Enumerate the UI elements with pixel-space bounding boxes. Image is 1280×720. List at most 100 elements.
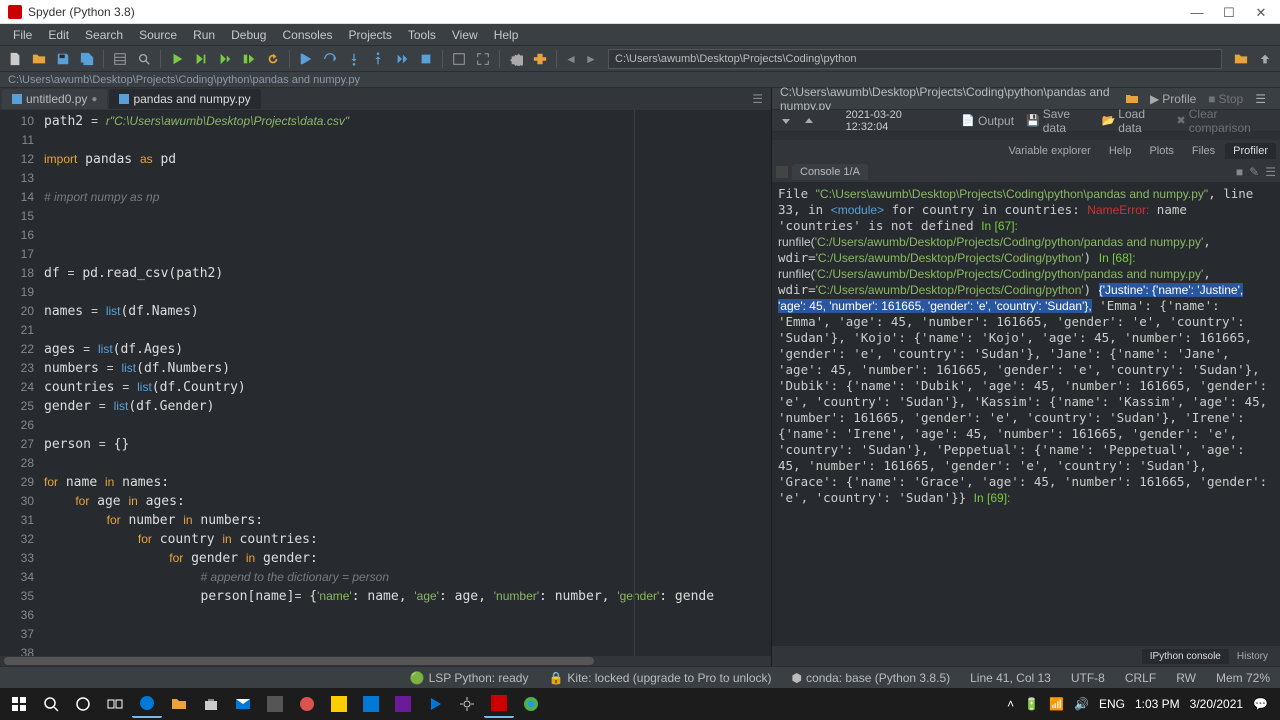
- stop-debug-button[interactable]: [415, 48, 437, 70]
- run-cell-advance-button[interactable]: [214, 48, 236, 70]
- parent-dir-button[interactable]: [1254, 48, 1276, 70]
- tray-volume-icon[interactable]: 🔊: [1074, 697, 1089, 711]
- taskbar-app4[interactable]: [356, 690, 386, 718]
- taskbar-settings[interactable]: [452, 690, 482, 718]
- max-panel-button[interactable]: [448, 48, 470, 70]
- console-tab[interactable]: Console 1/A: [792, 164, 868, 180]
- collapse-icon[interactable]: [780, 115, 791, 127]
- menu-help[interactable]: Help: [487, 26, 526, 44]
- tab-files[interactable]: Files: [1184, 143, 1223, 159]
- debug-button[interactable]: [295, 48, 317, 70]
- rerun-button[interactable]: [262, 48, 284, 70]
- tab-untitled[interactable]: untitled0.py●: [2, 89, 107, 109]
- browse-dir-button[interactable]: [1230, 48, 1252, 70]
- taskbar-edge[interactable]: [132, 690, 162, 718]
- minimize-button[interactable]: —: [1190, 5, 1204, 19]
- expand-icon[interactable]: [803, 115, 814, 127]
- menu-debug[interactable]: Debug: [224, 26, 273, 44]
- editor-tabstrip: untitled0.py● pandas and numpy.py ☰: [0, 88, 771, 110]
- taskbar-app2[interactable]: [292, 690, 322, 718]
- taskbar[interactable]: ˄ 🔋 📶 🔊 ENG 1:03 PM 3/20/2021 💬: [0, 688, 1280, 720]
- tray-wifi-icon[interactable]: 📶: [1049, 697, 1064, 711]
- menu-edit[interactable]: Edit: [41, 26, 76, 44]
- taskview-button[interactable]: [100, 690, 130, 718]
- console-menu-icon[interactable]: ☰: [1265, 165, 1276, 179]
- find-button[interactable]: [133, 48, 155, 70]
- tray-date[interactable]: 3/20/2021: [1190, 697, 1243, 711]
- menu-source[interactable]: Source: [132, 26, 184, 44]
- clear-console-icon[interactable]: ✎: [1249, 165, 1259, 179]
- clear-comparison-button[interactable]: ✖ Clear comparison: [1177, 107, 1272, 135]
- menu-projects[interactable]: Projects: [342, 26, 399, 44]
- tray-time[interactable]: 1:03 PM: [1135, 697, 1180, 711]
- system-tray[interactable]: ˄ 🔋 📶 🔊 ENG 1:03 PM 3/20/2021 💬: [1007, 697, 1276, 711]
- taskbar-explorer[interactable]: [164, 690, 194, 718]
- output-button[interactable]: 📄 Output: [961, 114, 1014, 128]
- maximize-button[interactable]: ☐: [1222, 5, 1236, 19]
- continue-button[interactable]: [391, 48, 413, 70]
- run-selection-button[interactable]: [238, 48, 260, 70]
- menu-search[interactable]: Search: [78, 26, 130, 44]
- fullscreen-button[interactable]: [472, 48, 494, 70]
- status-conda: ⬢ conda: base (Python 3.8.5): [792, 671, 951, 685]
- tab-history[interactable]: History: [1229, 649, 1276, 664]
- new-file-button[interactable]: [4, 48, 26, 70]
- load-data-button[interactable]: 📂 Load data: [1102, 107, 1165, 135]
- tab-help[interactable]: Help: [1101, 143, 1140, 159]
- menu-file[interactable]: File: [6, 26, 39, 44]
- taskbar-store[interactable]: [196, 690, 226, 718]
- tab-profiler[interactable]: Profiler: [1225, 143, 1276, 159]
- menu-run[interactable]: Run: [186, 26, 222, 44]
- status-rw: RW: [1176, 671, 1196, 685]
- menu-tools[interactable]: Tools: [401, 26, 443, 44]
- stop-button[interactable]: ■ Stop: [1202, 91, 1249, 107]
- menu-consoles[interactable]: Consoles: [275, 26, 339, 44]
- taskbar-app6[interactable]: [420, 690, 450, 718]
- save-data-button[interactable]: 💾 Save data: [1026, 107, 1090, 135]
- forward-button[interactable]: ►: [582, 49, 600, 69]
- tray-battery-icon[interactable]: 🔋: [1024, 697, 1039, 711]
- step-over-button[interactable]: [319, 48, 341, 70]
- tab-label: untitled0.py: [26, 92, 87, 106]
- taskbar-spyder[interactable]: [484, 690, 514, 718]
- step-out-button[interactable]: [367, 48, 389, 70]
- profile-button[interactable]: ▶ Profile: [1144, 91, 1202, 107]
- editor-hscrollbar[interactable]: [0, 656, 771, 666]
- cortana-button[interactable]: [68, 690, 98, 718]
- code-editor[interactable]: 1011121314151617181920212223242526272829…: [0, 110, 771, 656]
- taskbar-app1[interactable]: [260, 690, 290, 718]
- menu-bar: File Edit Search Source Run Debug Consol…: [0, 24, 1280, 46]
- console-output[interactable]: File "C:\Users\awumb\Desktop\Projects\Co…: [772, 182, 1280, 646]
- stop-console-icon[interactable]: ■: [1236, 165, 1243, 179]
- preferences-button[interactable]: [505, 48, 527, 70]
- run-cell-button[interactable]: [190, 48, 212, 70]
- browse-icon[interactable]: [1120, 92, 1144, 106]
- save-button[interactable]: [52, 48, 74, 70]
- back-button[interactable]: ◄: [562, 49, 580, 69]
- tray-notifications-icon[interactable]: 💬: [1253, 697, 1268, 711]
- taskbar-app5[interactable]: [388, 690, 418, 718]
- save-all-button[interactable]: [76, 48, 98, 70]
- tray-lang-icon[interactable]: ENG: [1099, 697, 1125, 711]
- cell-mode-button[interactable]: [109, 48, 131, 70]
- panel-menu-icon[interactable]: ☰: [1249, 91, 1272, 107]
- close-button[interactable]: ✕: [1254, 5, 1268, 19]
- tab-variable-explorer[interactable]: Variable explorer: [1000, 143, 1098, 159]
- taskbar-mail[interactable]: [228, 690, 258, 718]
- tab-pandas-numpy[interactable]: pandas and numpy.py: [109, 89, 260, 109]
- run-button[interactable]: [166, 48, 188, 70]
- start-button[interactable]: [4, 690, 34, 718]
- working-directory[interactable]: C:\Users\awumb\Desktop\Projects\Coding\p…: [608, 49, 1222, 69]
- menu-view[interactable]: View: [445, 26, 485, 44]
- step-into-button[interactable]: [343, 48, 365, 70]
- open-file-button[interactable]: [28, 48, 50, 70]
- tray-chevron-icon[interactable]: ˄: [1007, 697, 1014, 711]
- code-area[interactable]: path2 = r"C:\Users\awumb\Desktop\Project…: [44, 110, 771, 656]
- taskbar-app3[interactable]: [324, 690, 354, 718]
- search-button[interactable]: [36, 690, 66, 718]
- tab-menu-icon[interactable]: ☰: [746, 92, 769, 106]
- taskbar-chrome[interactable]: [516, 690, 546, 718]
- tab-plots[interactable]: Plots: [1141, 143, 1181, 159]
- pythonpath-button[interactable]: [529, 48, 551, 70]
- tab-ipython-console[interactable]: IPython console: [1142, 649, 1229, 664]
